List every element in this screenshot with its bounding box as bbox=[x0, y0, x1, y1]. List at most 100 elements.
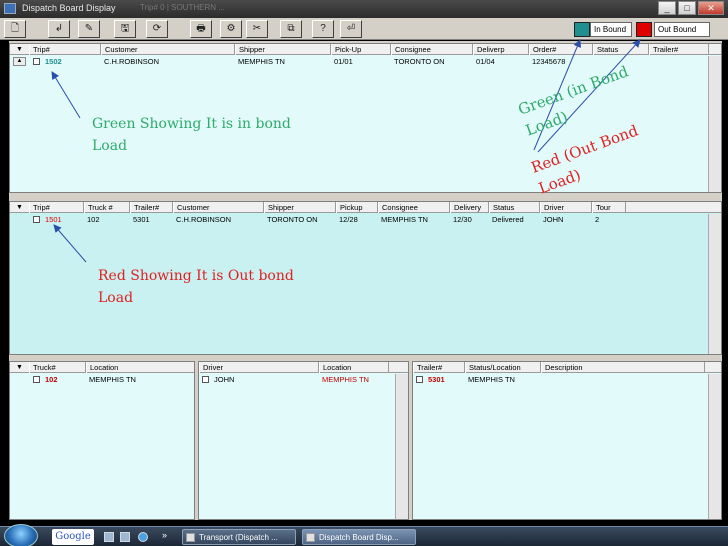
drivers-scrollbar[interactable] bbox=[395, 374, 408, 519]
red-annotation: Red Showing It is Out bond Load bbox=[98, 268, 294, 306]
col-customer[interactable]: Customer bbox=[101, 44, 235, 55]
trips-grid-header: ▼ Trip# Customer Shipper Pick-Up Consign… bbox=[10, 44, 721, 55]
window-title: Dispatch Board Display bbox=[22, 3, 116, 13]
toolbar: 🗋 ↲ ✎ 🖫 ⟳ 🖶 ⚙ ✂ ⧉ ? ⏎ In Bound Out Bound bbox=[0, 18, 728, 40]
col-consignee[interactable]: Consignee bbox=[378, 202, 450, 213]
taskbar-item-label: Dispatch Board Disp... bbox=[319, 533, 399, 542]
col-shipper[interactable]: Shipper bbox=[235, 44, 331, 55]
trips-scrollbar[interactable] bbox=[708, 56, 721, 192]
trucks-grid-header: ▼ Truck# Location bbox=[10, 362, 194, 373]
col-pickup[interactable]: Pick-Up bbox=[331, 44, 391, 55]
table-row[interactable]: JOHN MEMPHIS TN bbox=[199, 374, 408, 385]
scroll-up-icon[interactable]: ▲ bbox=[13, 57, 26, 66]
col-description[interactable]: Description bbox=[541, 362, 705, 373]
switch-windows-icon[interactable] bbox=[120, 532, 130, 542]
drivers-grid: Driver Location JOHN MEMPHIS TN bbox=[198, 361, 409, 520]
google-search-box[interactable]: Google bbox=[52, 529, 94, 545]
row-checkbox[interactable] bbox=[33, 58, 40, 65]
refresh-icon[interactable]: ⟳ bbox=[146, 20, 168, 38]
help-icon[interactable]: ? bbox=[312, 20, 334, 38]
row-checkbox[interactable] bbox=[416, 376, 423, 383]
trailer-cell bbox=[649, 56, 709, 67]
pickup-cell: 01/01 bbox=[334, 57, 353, 66]
transport-app-icon bbox=[186, 533, 195, 542]
col-trailer[interactable]: Trailer# bbox=[413, 362, 465, 373]
col-tour[interactable]: Tour bbox=[592, 202, 626, 213]
row-checkbox[interactable] bbox=[33, 216, 40, 223]
row-checkbox[interactable] bbox=[33, 376, 40, 383]
col-driver[interactable]: Driver bbox=[199, 362, 319, 373]
col-delivery[interactable]: Deliverp bbox=[473, 44, 529, 55]
minimize-button[interactable]: _ bbox=[658, 1, 676, 15]
inbound-color-swatch bbox=[574, 22, 590, 37]
print-icon[interactable]: 🖶 bbox=[190, 20, 212, 38]
tour-cell: 2 bbox=[595, 215, 600, 224]
col-consignee[interactable]: Consignee bbox=[391, 44, 473, 55]
window-faint-title: Trip# 0 | SOUTHERN ... bbox=[140, 3, 225, 12]
green-annotation: Green Showing It is in bond Load bbox=[92, 116, 291, 154]
trailer-number[interactable]: 5301 bbox=[425, 374, 465, 385]
consignee-cell: TORONTO ON bbox=[394, 57, 445, 66]
maximize-button[interactable]: □ bbox=[678, 1, 696, 15]
table-row[interactable]: 102 MEMPHIS TN bbox=[10, 374, 194, 385]
col-delivery[interactable]: Delivery bbox=[450, 202, 489, 213]
trip-number[interactable]: 1501 bbox=[42, 214, 84, 225]
trailers-scrollbar[interactable] bbox=[708, 374, 721, 519]
dispatch-grid-header: ▼ Trip# Truck # Trailer# Customer Shippe… bbox=[10, 202, 721, 213]
col-truck[interactable]: Truck# bbox=[29, 362, 86, 373]
show-desktop-icon[interactable] bbox=[104, 532, 114, 542]
chevron-down-icon[interactable]: ▼ bbox=[10, 44, 29, 55]
dispatch-app-icon bbox=[306, 533, 315, 542]
new-icon[interactable]: 🗋 bbox=[4, 20, 26, 38]
truck-number[interactable]: 102 bbox=[42, 374, 86, 385]
delivery-cell: 12/30 bbox=[453, 215, 472, 224]
col-trip[interactable]: Trip# bbox=[29, 202, 84, 213]
col-status[interactable]: Status bbox=[489, 202, 540, 213]
shipper-cell: TORONTO ON bbox=[267, 215, 318, 224]
delivery-cell: 01/04 bbox=[476, 57, 495, 66]
chevron-down-icon[interactable]: ▼ bbox=[10, 202, 29, 213]
window-title-bar: Dispatch Board Display Trip# 0 | SOUTHER… bbox=[0, 0, 728, 18]
chevron-down-icon[interactable]: ▼ bbox=[10, 362, 29, 373]
col-pickup[interactable]: Pickup bbox=[336, 202, 378, 213]
driver-name[interactable]: JOHN bbox=[211, 374, 319, 385]
taskbar: Google » Transport (Dispatch ... Dispatc… bbox=[0, 524, 728, 546]
col-location[interactable]: Location bbox=[86, 362, 194, 373]
config-icon[interactable]: ⚙ bbox=[220, 20, 242, 38]
customer-cell: C.H.ROBINSON bbox=[176, 215, 232, 224]
edit-icon[interactable]: ✎ bbox=[78, 20, 100, 38]
col-status[interactable]: Status bbox=[593, 44, 649, 55]
taskbar-overflow-icon[interactable]: » bbox=[162, 530, 167, 540]
col-trip[interactable]: Trip# bbox=[29, 44, 101, 55]
row-checkbox[interactable] bbox=[202, 376, 209, 383]
col-truck[interactable]: Truck # bbox=[84, 202, 130, 213]
col-trailer[interactable]: Trailer# bbox=[130, 202, 173, 213]
table-row[interactable]: 1501 102 5301 C.H.ROBINSON TORONTO ON 12… bbox=[10, 214, 721, 225]
drivers-grid-header: Driver Location bbox=[199, 362, 408, 373]
col-location[interactable]: Location bbox=[319, 362, 389, 373]
order-cell: 12345678 bbox=[532, 57, 566, 66]
col-customer[interactable]: Customer bbox=[173, 202, 264, 213]
taskbar-item-dispatch-board[interactable]: Dispatch Board Disp... bbox=[302, 529, 416, 545]
col-status-location[interactable]: Status/Location bbox=[465, 362, 541, 373]
dispatch-scrollbar[interactable] bbox=[708, 214, 721, 354]
close-button[interactable]: ✕ bbox=[698, 1, 724, 15]
trailer-cell: 5301 bbox=[133, 215, 150, 224]
open-icon[interactable]: ↲ bbox=[48, 20, 70, 38]
col-trailer[interactable]: Trailer# bbox=[649, 44, 709, 55]
trip-number[interactable]: 1502 bbox=[42, 56, 100, 67]
exit-icon[interactable]: ⏎ bbox=[340, 20, 362, 38]
cut-icon[interactable]: ✂ bbox=[246, 20, 268, 38]
col-shipper[interactable]: Shipper bbox=[264, 202, 336, 213]
outbound-color-swatch bbox=[636, 22, 652, 37]
browser-icon[interactable] bbox=[138, 532, 148, 542]
table-row[interactable]: 5301 MEMPHIS TN bbox=[413, 374, 721, 385]
copy-icon[interactable]: ⧉ bbox=[280, 20, 302, 38]
location-cell: MEMPHIS TN bbox=[89, 375, 136, 384]
col-driver[interactable]: Driver bbox=[540, 202, 592, 213]
col-order[interactable]: Order# bbox=[529, 44, 593, 55]
outbound-legend-label: Out Bound bbox=[654, 22, 710, 37]
start-button[interactable] bbox=[4, 524, 38, 546]
taskbar-item-transport[interactable]: Transport (Dispatch ... bbox=[182, 529, 296, 545]
save-icon[interactable]: 🖫 bbox=[114, 20, 136, 38]
